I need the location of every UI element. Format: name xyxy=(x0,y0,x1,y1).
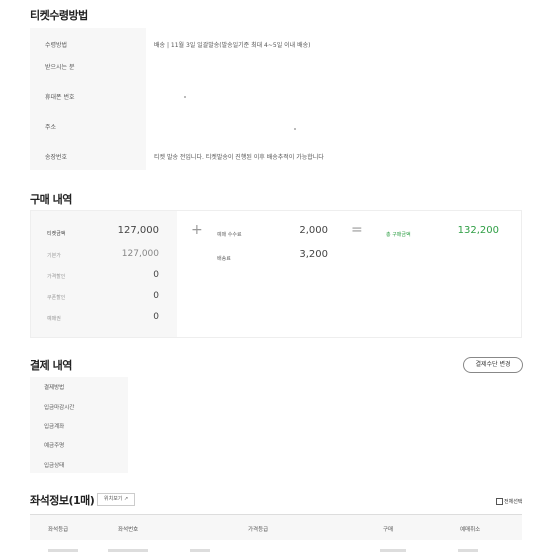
price-discount-label: 가격할인 xyxy=(47,274,66,280)
receive-label: 휴대폰 번호 xyxy=(45,94,75,101)
seat-location-button[interactable]: 위치보기 ↗ xyxy=(97,493,135,506)
ticket-amount-value: 127,000 xyxy=(117,225,159,236)
coupon-discount-value: 0 xyxy=(153,291,159,301)
purchase-summary-panel: 티켓금액 127,000 기본가 127,000 가격할인 0 쿠폰할인 0 예… xyxy=(30,210,522,338)
receive-value: 티켓 발송 전입니다. 티켓발송이 진행된 이후 배송추적이 가능합니다 xyxy=(154,154,324,161)
redacted-mark xyxy=(184,96,186,98)
total-label: 총 구매금액 xyxy=(386,232,411,238)
receive-section-title: 티켓수령방법 xyxy=(30,9,88,22)
ticket-amount-label: 티켓금액 xyxy=(47,231,66,237)
receive-row: 수령방법 배송 | 11월 3일 일괄발송(발송일기준 최대 4~5일 이내 배… xyxy=(30,36,522,56)
redacted-mark xyxy=(294,128,296,130)
payment-method-label: 결제방법 xyxy=(44,385,65,391)
deposit-status-label: 입금상태 xyxy=(44,463,65,469)
seat-table: 좌석등급 좌석번호 가격등급 구매 예매취소 xyxy=(30,514,522,552)
header-price-grade: 가격등급 xyxy=(248,527,269,533)
receive-row: 송장번호 티켓 발송 전입니다. 티켓발송이 진행된 이후 배송추적이 가능합니… xyxy=(30,148,522,168)
receive-label: 송장번호 xyxy=(45,154,68,161)
coupon-discount-label: 쿠폰할인 xyxy=(47,295,66,301)
receive-row: 받으시는 분 xyxy=(30,58,522,78)
header-purchase: 구매 xyxy=(383,527,394,533)
receive-info-panel: 수령방법 배송 | 11월 3일 일괄발송(발송일기준 최대 4~5일 이내 배… xyxy=(30,28,522,170)
shipping-value: 3,200 xyxy=(299,249,328,260)
plus-icon: + xyxy=(191,222,203,238)
header-seat-number: 좌석번호 xyxy=(118,527,139,533)
seat-section-title: 좌석정보(1매) xyxy=(30,494,95,507)
purchase-section-title: 구매 내역 xyxy=(30,193,72,206)
header-seat-grade: 좌석등급 xyxy=(48,527,69,533)
change-payment-button[interactable]: 결제수단 변경 xyxy=(463,357,523,373)
deposit-deadline-label: 입금마감시간 xyxy=(44,405,75,411)
header-cancel: 예매취소 xyxy=(460,527,481,533)
seat-table-header: 좌석등급 좌석번호 가격등급 구매 예매취소 xyxy=(30,514,522,540)
fee-label: 예매 수수료 xyxy=(217,232,242,238)
fee-value: 2,000 xyxy=(299,225,328,236)
total-value: 132,200 xyxy=(457,225,499,236)
base-price-value: 127,000 xyxy=(121,249,159,259)
receive-value: 배송 | 11월 3일 일괄발송(발송일기준 최대 4~5일 이내 배송) xyxy=(154,42,311,49)
points-value: 0 xyxy=(153,312,159,322)
equals-icon: = xyxy=(351,222,363,238)
deposit-account-label: 입금계좌 xyxy=(44,424,65,430)
payment-info-panel: 결제방법 입금마감시간 입금계좌 예금주명 입금상태 xyxy=(30,377,522,473)
table-row xyxy=(30,540,522,552)
receive-label: 수령방법 xyxy=(45,42,68,49)
select-all-checkbox[interactable]: 전체선택 xyxy=(496,498,522,505)
payment-section-title: 결제 내역 xyxy=(30,359,72,372)
receive-row: 주소 xyxy=(30,118,522,138)
price-discount-value: 0 xyxy=(153,270,159,280)
receive-label: 받으시는 분 xyxy=(45,64,75,71)
select-all-label: 전체선택 xyxy=(504,499,523,505)
base-price-label: 기본가 xyxy=(47,253,61,259)
points-label: 예매권 xyxy=(47,316,61,322)
shipping-label: 배송료 xyxy=(217,256,231,262)
receive-label: 주소 xyxy=(45,124,57,131)
account-holder-label: 예금주명 xyxy=(44,443,65,449)
receive-row: 휴대폰 번호 xyxy=(30,88,522,108)
checkbox-icon[interactable] xyxy=(496,498,503,505)
